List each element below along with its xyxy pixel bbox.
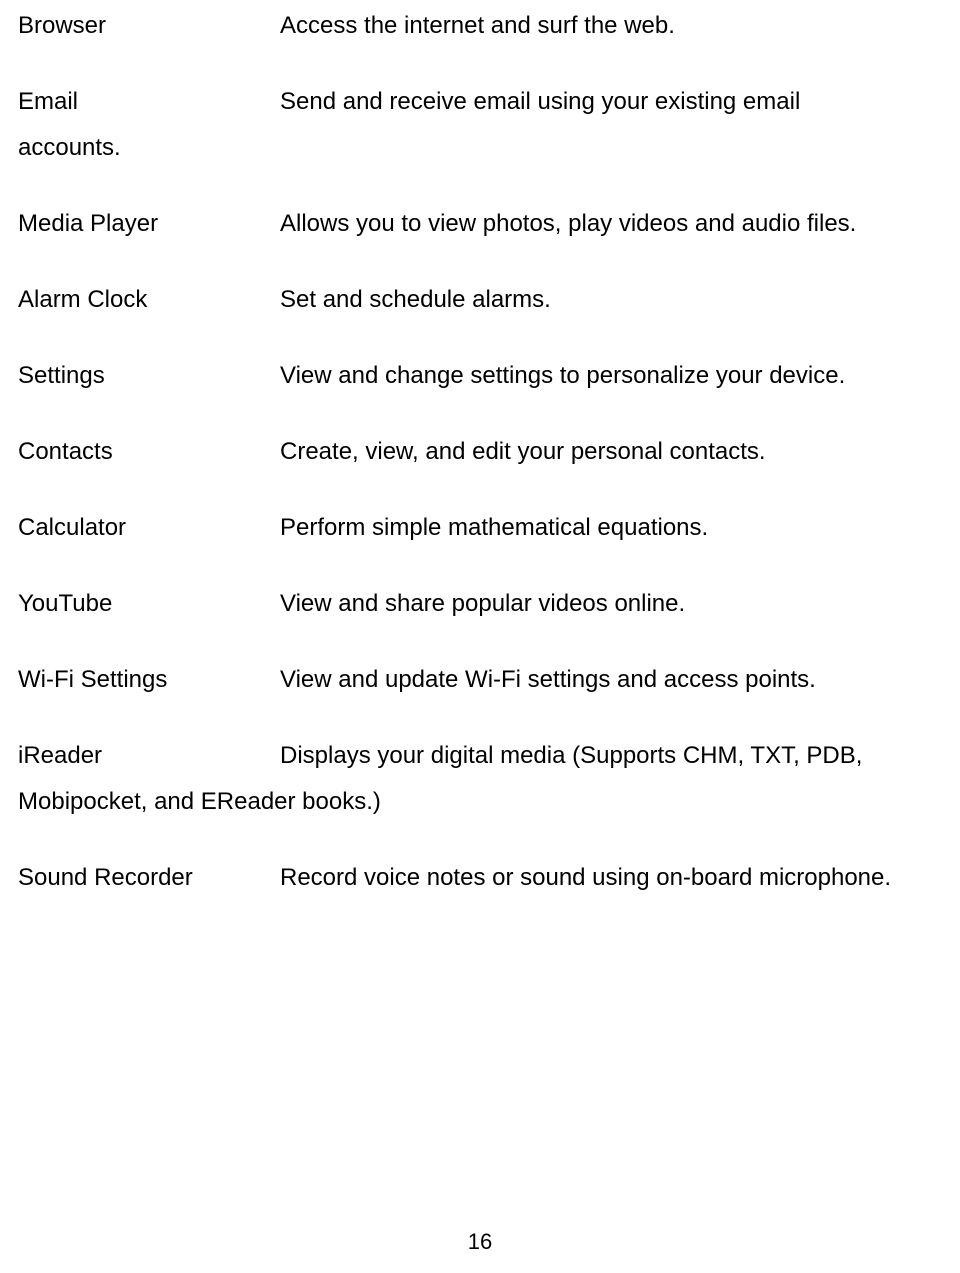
- document-content: Browser Access the internet and surf the…: [0, 0, 960, 892]
- settings-label: Settings: [18, 362, 280, 390]
- browser-desc: Access the internet and surf the web.: [280, 12, 924, 40]
- ireader-continued: Mobipocket, and EReader books.): [18, 788, 924, 816]
- wifi-row: Wi-Fi Settings View and update Wi-Fi set…: [18, 666, 924, 694]
- settings-row: Settings View and change settings to per…: [18, 362, 924, 390]
- email-label: Email: [18, 88, 280, 116]
- youtube-label: YouTube: [18, 590, 280, 618]
- email-continued: accounts.: [18, 134, 924, 162]
- wifi-desc: View and update Wi-Fi settings and acces…: [280, 666, 924, 694]
- ireader-row: iReader Displays your digital media (Sup…: [18, 742, 924, 770]
- youtube-row: YouTube View and share popular videos on…: [18, 590, 924, 618]
- contacts-row: Contacts Create, view, and edit your per…: [18, 438, 924, 466]
- mediaplayer-row: Media Player Allows you to view photos, …: [18, 210, 924, 238]
- youtube-desc: View and share popular videos online.: [280, 590, 924, 618]
- browser-label: Browser: [18, 12, 280, 40]
- contacts-label: Contacts: [18, 438, 280, 466]
- mediaplayer-label: Media Player: [18, 210, 280, 238]
- ireader-desc: Displays your digital media (Supports CH…: [280, 742, 924, 770]
- mediaplayer-desc: Allows you to view photos, play videos a…: [280, 210, 924, 238]
- ireader-label: iReader: [18, 742, 280, 770]
- calculator-desc: Perform simple mathematical equations.: [280, 514, 924, 542]
- soundrecorder-label: Sound Recorder: [18, 864, 280, 892]
- alarmclock-desc: Set and schedule alarms.: [280, 286, 924, 314]
- soundrecorder-desc: Record voice notes or sound using on-boa…: [280, 864, 924, 892]
- page-number: 16: [0, 1229, 960, 1255]
- contacts-desc: Create, view, and edit your personal con…: [280, 438, 924, 466]
- calculator-row: Calculator Perform simple mathematical e…: [18, 514, 924, 542]
- browser-row: Browser Access the internet and surf the…: [18, 12, 924, 40]
- calculator-label: Calculator: [18, 514, 280, 542]
- alarmclock-label: Alarm Clock: [18, 286, 280, 314]
- settings-desc: View and change settings to personalize …: [280, 362, 924, 390]
- email-desc: Send and receive email using your existi…: [280, 88, 924, 116]
- email-row: Email Send and receive email using your …: [18, 88, 924, 116]
- alarmclock-row: Alarm Clock Set and schedule alarms.: [18, 286, 924, 314]
- soundrecorder-row: Sound Recorder Record voice notes or sou…: [18, 864, 924, 892]
- wifi-label: Wi-Fi Settings: [18, 666, 280, 694]
